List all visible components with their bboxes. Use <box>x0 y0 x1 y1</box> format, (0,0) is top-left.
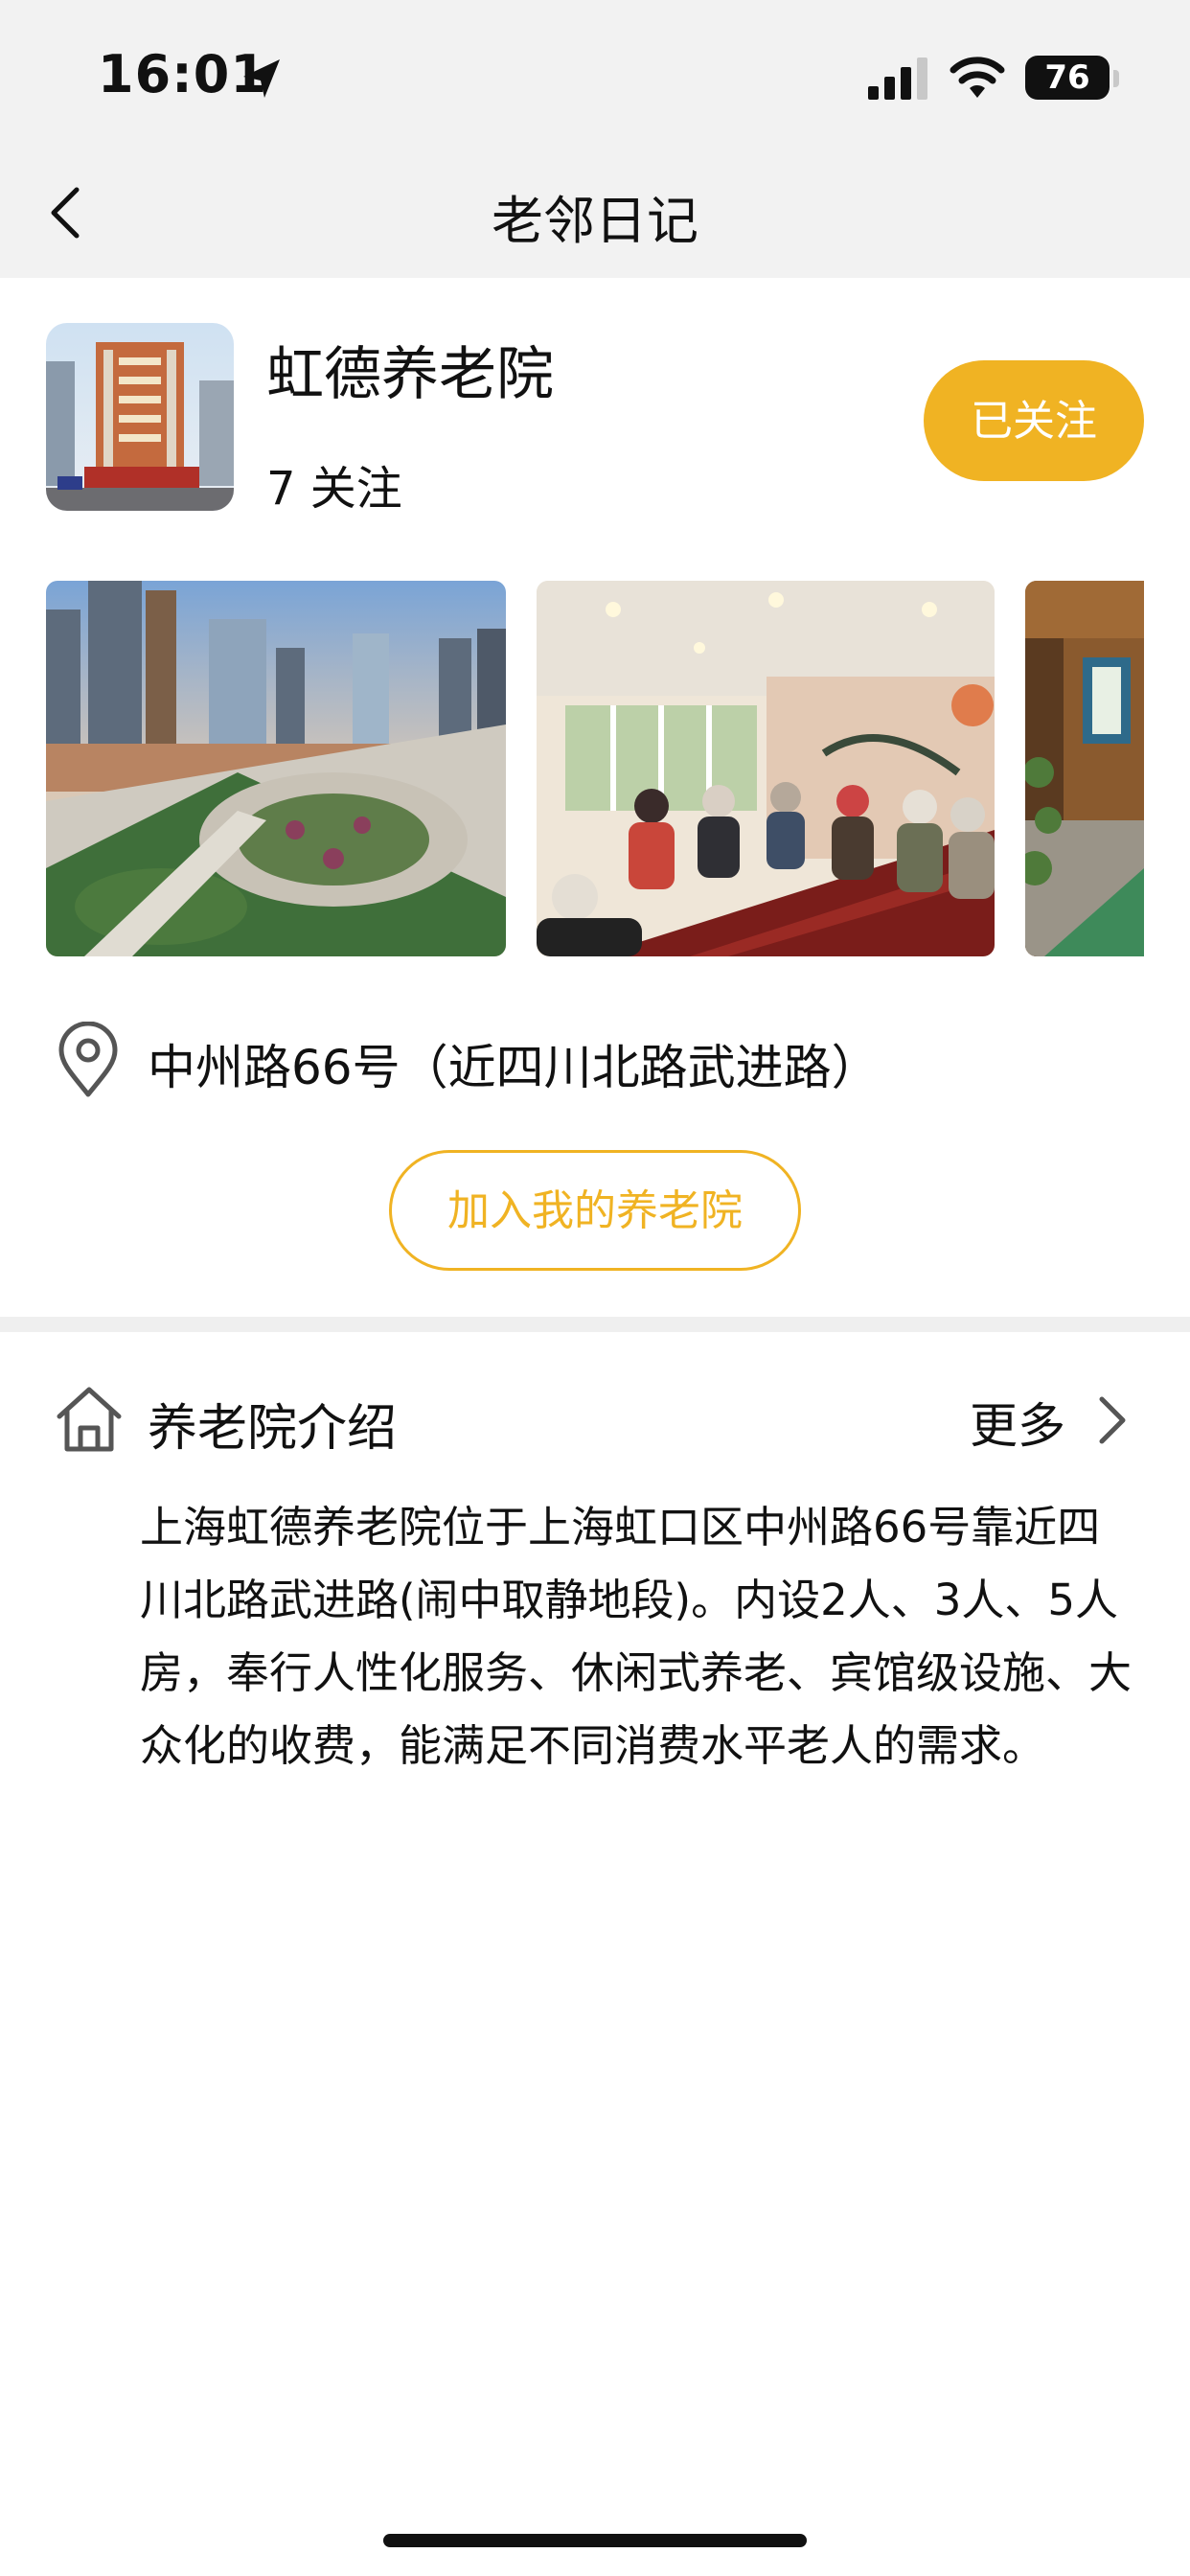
chevron-right-icon[interactable] <box>1092 1392 1131 1449</box>
follow-button[interactable]: 已关注 <box>924 360 1144 481</box>
map-pin-icon <box>58 1022 118 1097</box>
intro-section-title: 养老院介绍 <box>148 1400 398 1458</box>
nursing-home-name: 虹德养老院 <box>266 341 554 408</box>
top-bar: 16:01 76 老邻日记 <box>0 0 1190 278</box>
wifi-icon <box>950 57 1005 98</box>
more-link[interactable]: 更多 <box>970 1388 1065 1457</box>
follower-count: 7 关注 <box>266 462 402 516</box>
gallery-photo-1[interactable] <box>46 581 506 956</box>
battery-level: 76 <box>1044 58 1090 97</box>
signal-icon <box>868 58 927 100</box>
nursing-home-avatar[interactable] <box>46 323 234 511</box>
gallery-photo-3[interactable] <box>1025 581 1144 956</box>
address-text: 中州路66号（近四川北路武进路） <box>148 1040 880 1095</box>
section-divider <box>0 1317 1190 1332</box>
page-title: 老邻日记 <box>492 191 698 251</box>
home-icon <box>57 1387 122 1452</box>
intro-description: 上海虹德养老院位于上海虹口区中州路66号靠近四川北路武进路(闹中取静地段)。内设… <box>140 1502 1133 1771</box>
battery-icon: 76 <box>1025 56 1121 102</box>
app-screen: 16:01 76 老邻日记 虹德养老院 7 关注 已关注 中州路66号（近四川北… <box>0 0 1190 2576</box>
home-indicator[interactable] <box>383 2534 807 2547</box>
location-arrow-icon <box>243 59 280 98</box>
join-my-nursing-home-button[interactable]: 加入我的养老院 <box>389 1150 801 1271</box>
gallery-photo-2[interactable] <box>537 581 995 956</box>
